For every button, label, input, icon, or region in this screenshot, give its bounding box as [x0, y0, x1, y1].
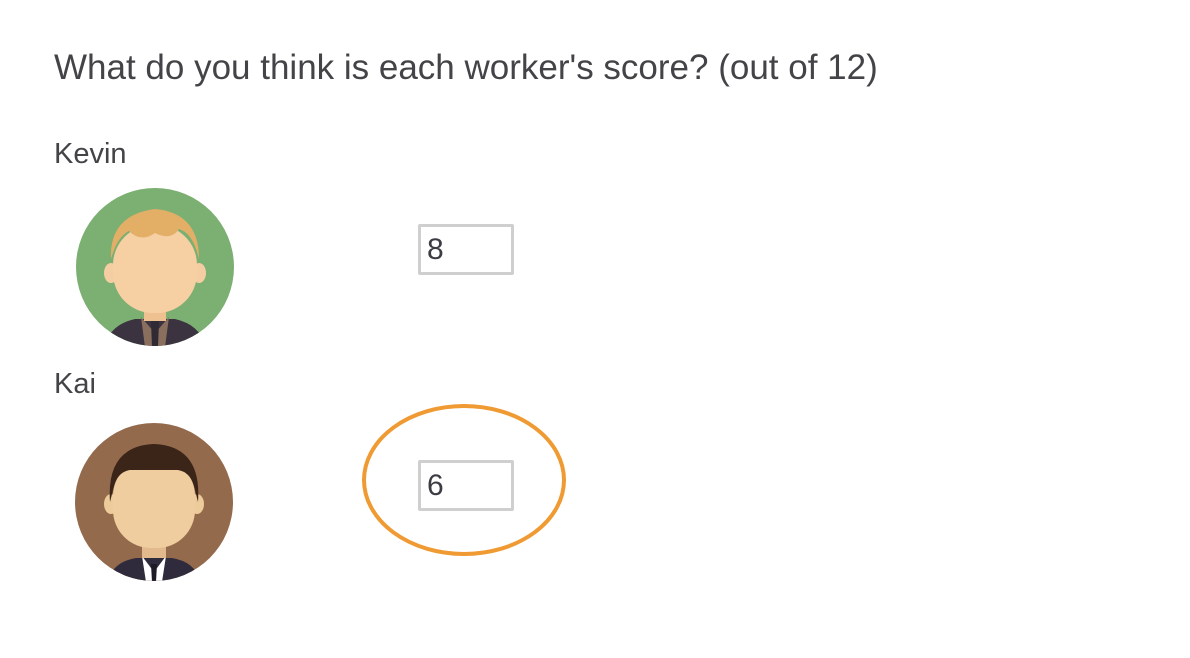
- dark-haired-man-avatar-icon: [74, 422, 234, 582]
- blond-man-avatar-icon: [75, 187, 235, 347]
- question-text: What do you think is each worker's score…: [54, 48, 878, 87]
- score-input-kai[interactable]: [418, 460, 514, 511]
- survey-page: What do you think is each worker's score…: [0, 0, 1190, 658]
- worker-name-kevin: Kevin: [54, 138, 127, 170]
- score-input-kevin[interactable]: [418, 224, 514, 275]
- worker-name-kai: Kai: [54, 368, 96, 400]
